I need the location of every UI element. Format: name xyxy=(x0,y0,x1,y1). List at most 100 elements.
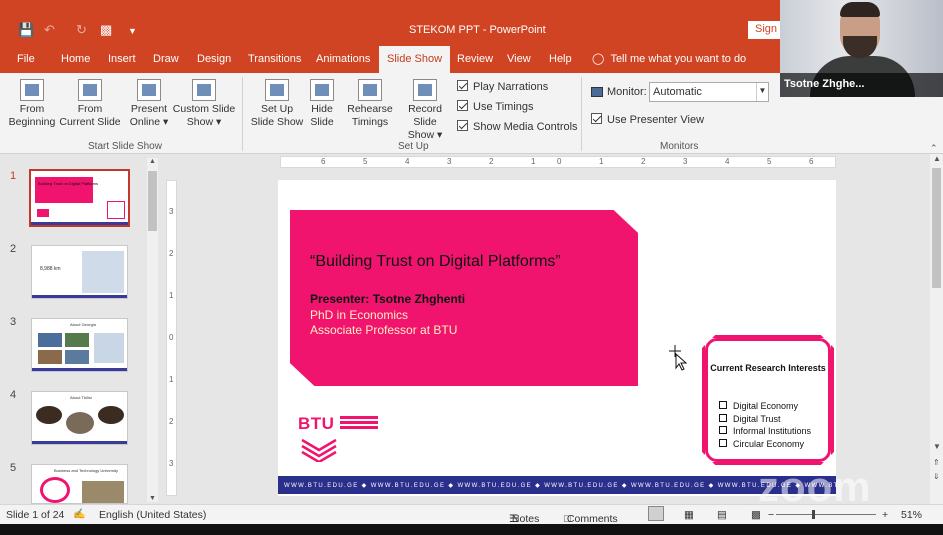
thumbnail-caption: 8,988 km xyxy=(40,266,61,272)
slide-sorter-icon[interactable]: ▦ xyxy=(684,509,694,521)
stopwatch-icon xyxy=(358,79,382,101)
zoom-in-icon[interactable]: + xyxy=(882,509,888,521)
spellcheck-icon[interactable]: ✍ xyxy=(73,509,85,520)
record-slide-show-button[interactable]: Record Slide Show ▾ xyxy=(395,79,455,142)
slide-title[interactable]: “Building Trust on Digital Platforms” xyxy=(310,253,561,271)
reading-view-icon[interactable]: ▤ xyxy=(717,509,727,521)
language-indicator[interactable]: English (United States) xyxy=(99,509,206,521)
scrollbar-thumb[interactable] xyxy=(932,168,941,288)
presenter-position[interactable]: Associate Professor at BTU xyxy=(310,323,457,337)
slide-thumbnail-4[interactable]: About Tbilisi xyxy=(31,391,128,445)
undo-icon[interactable]: ↶ xyxy=(44,22,55,38)
zoom-slider-handle[interactable] xyxy=(812,510,815,519)
thumbnail-map xyxy=(94,333,124,363)
scroll-down-icon[interactable]: ▼ xyxy=(149,495,156,502)
tab-file[interactable]: File xyxy=(17,53,35,65)
thumbnail-logo xyxy=(37,209,49,217)
scroll-up-icon[interactable]: ▲ xyxy=(933,154,941,163)
checkbox-checked-icon xyxy=(457,100,468,111)
play-narrations-label: Play Narrations xyxy=(473,81,549,93)
research-interests-box[interactable]: Current Research Interests Digital Econo… xyxy=(702,335,834,465)
btu-logo: BTU xyxy=(298,414,378,464)
ruler-tick: 1 xyxy=(169,291,174,300)
comments-button[interactable]: □ Comments xyxy=(564,509,618,525)
thumbnail-photo xyxy=(66,412,94,434)
powerpoint-window: 💾 ↶ ↻ ▩ ▼ STEKOM PPT - PowerPoint Sign i… xyxy=(0,0,943,535)
monitor-select[interactable]: Automatic ▼ xyxy=(649,82,769,102)
thumbnail-strip xyxy=(32,368,127,371)
editor-scrollbar[interactable]: ▲ ▼ ⇑ ⇓ xyxy=(930,154,943,504)
scroll-up-icon[interactable]: ▲ xyxy=(149,158,156,165)
slide-count: Slide 1 of 24 xyxy=(6,509,65,521)
slideshow-start-icon xyxy=(20,79,44,101)
research-list: Digital Economy Digital Trust Informal I… xyxy=(719,400,811,450)
play-narrations-checkbox[interactable]: Play Narrations xyxy=(457,80,548,93)
tab-design[interactable]: Design xyxy=(197,53,231,65)
from-beginning-button[interactable]: From Beginning xyxy=(8,79,56,129)
website-strip: WWW.BTU.EDU.GE ◆ WWW.BTU.EDU.GE ◆ WWW.BT… xyxy=(278,476,836,494)
group-divider xyxy=(242,77,243,151)
slide-thumbnail-5[interactable]: Business and Technology University xyxy=(31,464,128,504)
tab-help[interactable]: Help xyxy=(549,53,572,65)
collapse-ribbon-icon[interactable]: ⌃ xyxy=(930,143,938,154)
previous-slide-icon[interactable]: ⇑ xyxy=(933,458,940,467)
research-title: Current Research Interests xyxy=(710,363,826,373)
thumbnail-number: 4 xyxy=(10,389,17,401)
slide-thumbnail-1[interactable]: Building Trust on Digital Platforms xyxy=(29,169,130,227)
save-icon[interactable]: 💾 xyxy=(18,22,34,38)
scrollbar-thumb[interactable] xyxy=(148,171,157,231)
list-item: Circular Economy xyxy=(719,438,811,451)
custom-slide-show-button[interactable]: Custom Slide Show ▾ xyxy=(172,79,236,129)
from-current-line1: From xyxy=(77,103,103,115)
ruler-tick: 2 xyxy=(169,249,174,258)
zoom-level[interactable]: 51% xyxy=(901,509,922,521)
normal-view-button[interactable] xyxy=(648,506,664,521)
record-line1: Record Slide xyxy=(408,103,442,128)
present-icon[interactable]: ▩ xyxy=(100,22,112,38)
slide-canvas[interactable]: “Building Trust on Digital Platforms” Pr… xyxy=(278,180,836,496)
thumbnail-strip xyxy=(31,222,128,225)
from-current-slide-button[interactable]: From Current Slide xyxy=(58,79,122,129)
screen-bottom-bar xyxy=(0,524,943,535)
tell-me-search[interactable]: ◯ Tell me what you want to do xyxy=(592,52,746,65)
btu-logo-chevron-icon xyxy=(301,438,337,462)
tab-review[interactable]: Review xyxy=(457,53,493,65)
tab-view[interactable]: View xyxy=(507,53,531,65)
scroll-down-icon[interactable]: ▼ xyxy=(933,442,941,451)
slide-thumbnail-2[interactable]: 8,988 km xyxy=(31,245,128,299)
presenter-name[interactable]: Presenter: Tsotne Zhghenti xyxy=(310,292,465,306)
ruler-tick: 0 xyxy=(557,157,562,166)
group-divider xyxy=(581,77,582,151)
thumbnail-map xyxy=(82,251,124,293)
tab-insert[interactable]: Insert xyxy=(108,53,136,65)
tab-transitions[interactable]: Transitions xyxy=(248,53,301,65)
zoom-slider[interactable] xyxy=(776,510,876,519)
slide-thumbnail-3[interactable]: About Georgia xyxy=(31,318,128,372)
chevron-down-icon: ▼ xyxy=(756,83,768,101)
ruler-tick: 5 xyxy=(767,157,772,166)
notes-button[interactable]: ☰ Notes xyxy=(509,509,539,525)
tab-draw[interactable]: Draw xyxy=(153,53,179,65)
tab-slide-show[interactable]: Slide Show xyxy=(379,46,451,73)
ruler-tick: 4 xyxy=(725,157,730,166)
rehearse-timings-button[interactable]: Rehearse Timings xyxy=(345,79,395,129)
show-media-controls-checkbox[interactable]: Show Media Controls xyxy=(457,120,578,133)
list-item: Digital Economy xyxy=(719,400,811,413)
tab-animations[interactable]: Animations xyxy=(316,53,370,65)
thumbnail-caption: About Tbilisi xyxy=(70,395,92,400)
use-timings-checkbox[interactable]: Use Timings xyxy=(457,100,534,113)
set-up-slide-show-button[interactable]: Set Up Slide Show xyxy=(250,79,304,129)
presenter-degree[interactable]: PhD in Economics xyxy=(310,308,408,322)
ruler-tick: 3 xyxy=(169,207,174,216)
next-slide-icon[interactable]: ⇓ xyxy=(933,472,940,481)
thumbnail-scrollbar[interactable]: ▲ ▼ xyxy=(147,158,158,502)
webcam-person-beard xyxy=(843,36,877,58)
redo-icon[interactable]: ↻ xyxy=(76,22,87,38)
ruler-tick: 2 xyxy=(169,417,174,426)
customize-toolbar-icon[interactable]: ▼ xyxy=(128,26,137,36)
use-presenter-view-checkbox[interactable]: Use Presenter View xyxy=(591,113,704,126)
hide-slide-button[interactable]: Hide Slide xyxy=(307,79,337,129)
tab-home[interactable]: Home xyxy=(61,53,90,65)
thumbnail-diagram xyxy=(40,477,70,503)
present-online-button[interactable]: Present Online ▾ xyxy=(127,79,171,129)
